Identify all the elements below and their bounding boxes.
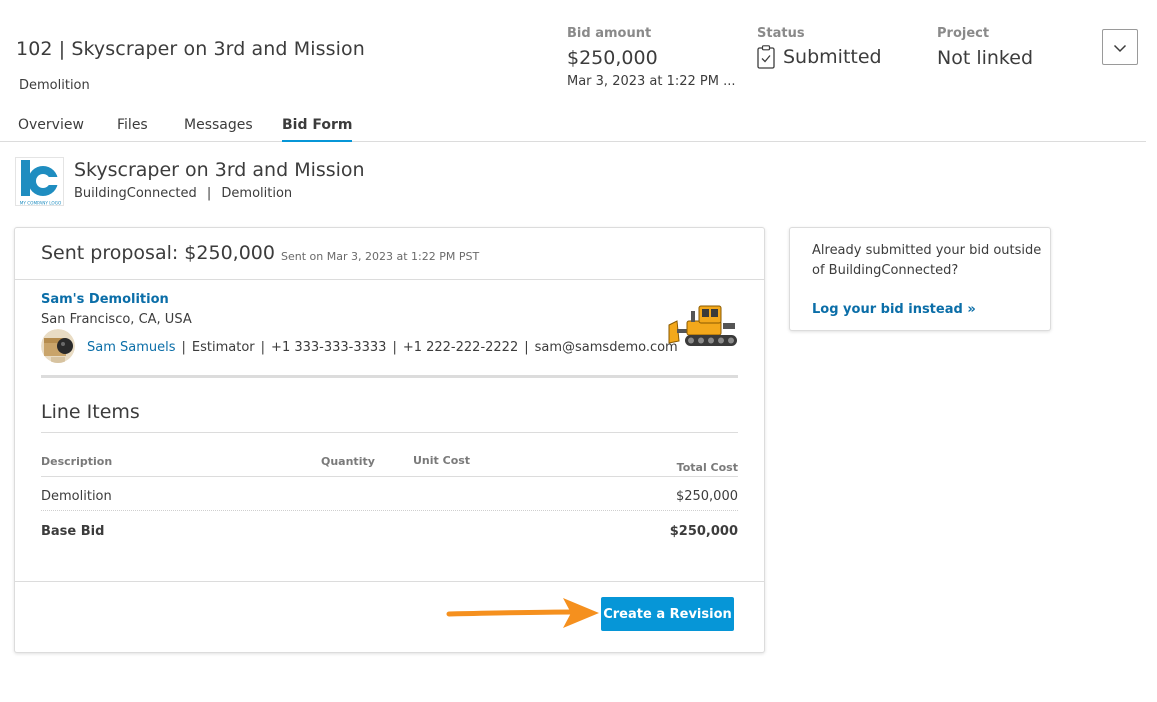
table-header-divider	[41, 476, 738, 477]
chevron-down-icon	[1113, 38, 1127, 57]
bid-amount-block: Bid amount $250,000 Mar 3, 2023 at 1:22 …	[567, 26, 736, 89]
contact-separator: |	[260, 340, 266, 355]
contact-role: Estimator	[191, 340, 255, 355]
proposal-title: Sent proposal: $250,000	[41, 242, 275, 264]
create-revision-button[interactable]: Create a Revision	[601, 597, 734, 631]
project-trade: Demolition	[221, 186, 293, 201]
proposal-card-header: Sent proposal: $250,000 Sent on Mar 3, 2…	[15, 228, 764, 280]
company-logo: MY COMPANY LOGO	[15, 157, 64, 206]
column-header-quantity: Quantity	[321, 455, 375, 468]
tab-bar: Overview Files Messages Bid Form	[0, 113, 1146, 142]
project-company: BuildingConnected	[74, 186, 197, 201]
base-bid-label: Base Bid	[41, 524, 105, 539]
tab-bid-form[interactable]: Bid Form	[282, 117, 353, 142]
tab-files[interactable]: Files	[117, 117, 148, 140]
log-bid-card: Already submitted your bid outside of Bu…	[789, 227, 1051, 331]
project-label: Project	[937, 26, 990, 41]
table-row-divider	[41, 510, 738, 511]
clipboard-check-icon	[757, 45, 775, 69]
bidder-company-link[interactable]: Sam's Demolition	[41, 292, 169, 307]
tab-overview[interactable]: Overview	[18, 117, 84, 140]
contact-phone-2: +1 222-222-2222	[402, 340, 519, 355]
proposal-card: Sent proposal: $250,000 Sent on Mar 3, 2…	[14, 227, 765, 653]
column-header-unit-cost: Unit Cost	[413, 454, 471, 467]
contact-separator: |	[392, 340, 397, 355]
contact-name-link[interactable]: Sam Samuels	[87, 340, 176, 355]
project-block: Project Not linked	[937, 26, 1033, 69]
header-menu-button[interactable]	[1102, 29, 1138, 65]
column-header-description: Description	[41, 455, 113, 468]
bidder-location: San Francisco, CA, USA	[41, 312, 192, 327]
line-items-title: Line Items	[41, 401, 140, 423]
page-subtitle: Demolition	[19, 78, 90, 93]
line-items-divider	[41, 432, 738, 433]
bidder-contact-line: Sam Samuels | Estimator | +1 333-333-3333 | +1…	[87, 340, 678, 355]
orange-arrow-annotation	[446, 598, 599, 628]
contact-separator: |	[181, 340, 186, 355]
project-name: Skyscraper on 3rd and Mission	[74, 159, 365, 181]
page-title: 102 | Skyscraper on 3rd and Mission	[16, 38, 365, 60]
bid-amount-date: Mar 3, 2023 at 1:22 PM ...	[567, 74, 736, 89]
bid-amount-label: Bid amount	[567, 26, 652, 41]
avatar	[41, 329, 75, 363]
project-value: Not linked	[937, 47, 1034, 69]
status-label: Status	[757, 26, 805, 41]
bidder-divider	[41, 375, 738, 378]
contact-email: sam@samsdemo.com	[534, 340, 678, 355]
status-value: Submitted	[783, 46, 882, 68]
column-header-total-cost: Total Cost	[676, 461, 738, 474]
contact-phone-1: +1 333-333-3333	[271, 340, 387, 355]
bid-amount-value: $250,000	[567, 47, 658, 69]
line-item-total: $250,000	[675, 489, 738, 504]
project-company-trade: BuildingConnected | Demolition	[74, 186, 292, 201]
line-item-description: Demolition	[41, 489, 112, 504]
proposal-sent-date: Sent on Mar 3, 2023 at 1:22 PM PST	[281, 250, 480, 263]
logo-caption: MY COMPANY LOGO	[20, 201, 62, 206]
base-bid-total: $250,000	[669, 524, 738, 539]
card-footer-divider	[15, 581, 764, 582]
log-bid-link[interactable]: Log your bid instead »	[812, 302, 976, 317]
log-bid-prompt: Already submitted your bid outside of Bu…	[812, 243, 1042, 278]
contact-separator: |	[524, 340, 529, 355]
project-separator: |	[206, 186, 212, 201]
bulldozer-logo-icon	[667, 303, 739, 349]
tab-messages[interactable]: Messages	[184, 117, 253, 140]
status-block: Status Submitted	[757, 26, 882, 69]
